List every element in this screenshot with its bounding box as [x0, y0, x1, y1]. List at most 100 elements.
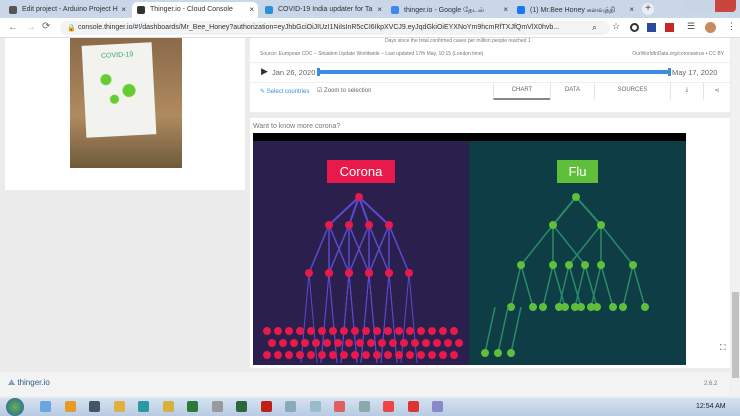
corona-node: [296, 327, 304, 335]
slider-handle-start[interactable]: [317, 68, 320, 76]
lock-icon: 🔒: [67, 25, 76, 32]
play-button[interactable]: ▶: [261, 66, 268, 77]
reload-icon[interactable]: ⟳: [42, 21, 50, 32]
clock[interactable]: 12:54 AM: [696, 403, 726, 410]
corona-node: [305, 269, 313, 277]
video-player[interactable]: Corona Flu: [253, 133, 686, 365]
corona-node: [367, 339, 375, 347]
close-tab-icon[interactable]: ×: [121, 5, 126, 14]
corona-node: [279, 339, 287, 347]
taskbar-app-icon[interactable]: [64, 401, 76, 412]
corona-node: [329, 327, 337, 335]
corona-vs-flu-video: [253, 141, 686, 365]
corona-node: [345, 221, 353, 229]
new-tab-button[interactable]: +: [642, 3, 654, 15]
corona-node: [274, 327, 282, 335]
corona-node: [365, 221, 373, 229]
corona-node: [351, 327, 359, 335]
corona-node: [373, 351, 381, 359]
url-input[interactable]: 🔒 console.thinger.io/#!/dashboards/Mr_Bee…: [60, 21, 610, 35]
corona-node: [362, 327, 370, 335]
corona-title: Corona: [327, 160, 395, 183]
taskbar-app-icon[interactable]: [285, 401, 296, 412]
taskbar-app-icon[interactable]: [40, 401, 51, 412]
tab-chart[interactable]: CHART: [493, 82, 550, 100]
corona-node: [384, 327, 392, 335]
download-button[interactable]: ⤓: [670, 82, 703, 100]
taskbar-app-icon[interactable]: [113, 401, 125, 412]
taskbar-app-icon[interactable]: [187, 401, 198, 412]
star-icon[interactable]: ☆: [612, 21, 620, 32]
browser-tab[interactable]: thinger.io - Google தேடல் ×: [386, 2, 512, 18]
flu-node: [609, 303, 617, 311]
taskbar-app-icon[interactable]: [162, 401, 174, 412]
corona-node: [318, 327, 326, 335]
window-controls[interactable]: [684, 0, 736, 12]
taskbar-app-icon[interactable]: [383, 401, 394, 412]
close-tab-icon[interactable]: ×: [629, 5, 634, 14]
close-tab-icon[interactable]: ×: [377, 5, 382, 14]
corona-node: [323, 339, 331, 347]
taskbar: 12:54 AM: [0, 398, 740, 416]
browser-tab[interactable]: COVID-19 India updater for Ta ×: [260, 2, 386, 18]
corona-node: [428, 351, 436, 359]
browser-tab[interactable]: Thinger.io - Cloud Console ×: [132, 2, 258, 18]
page-scrollbar[interactable]: [731, 38, 740, 396]
close-tab-icon[interactable]: ×: [503, 5, 508, 14]
corona-node: [406, 351, 414, 359]
flu-node: [555, 303, 563, 311]
taskbar-app-icon[interactable]: [260, 401, 272, 412]
tab-sources[interactable]: SOURCES: [594, 82, 670, 100]
flu-node: [507, 349, 515, 357]
corona-node: [325, 221, 333, 229]
pdf-icon[interactable]: [665, 23, 674, 32]
close-tab-icon[interactable]: ×: [249, 5, 254, 14]
corona-node: [365, 269, 373, 277]
corona-node: [378, 339, 386, 347]
corona-node: [455, 339, 463, 347]
taskbar-app-icon[interactable]: [138, 401, 149, 412]
taskbar-app-icon[interactable]: [407, 401, 419, 412]
tab-data[interactable]: DATA: [550, 82, 594, 100]
flu-node: [581, 261, 589, 269]
browser-tab[interactable]: Edit project - Arduino Project H ×: [4, 2, 130, 18]
corona-node: [307, 327, 315, 335]
browser-tab[interactable]: (1) Mr.Bee Honey கனவுத்தி ×: [512, 2, 638, 18]
corona-node: [290, 339, 298, 347]
flu-node: [539, 303, 547, 311]
extension-icon[interactable]: [647, 23, 656, 32]
more-icon[interactable]: ⋮: [727, 21, 736, 32]
avatar[interactable]: [705, 22, 716, 33]
corona-node: [329, 351, 337, 359]
taskbar-app-icon[interactable]: [89, 401, 100, 412]
share-button[interactable]: ⋖: [703, 82, 730, 100]
corona-node: [362, 351, 370, 359]
corona-node: [384, 351, 392, 359]
corona-node: [417, 351, 425, 359]
corona-node: [428, 327, 436, 335]
taskbar-app-icon[interactable]: [309, 401, 321, 412]
corona-node: [325, 269, 333, 277]
slider-handle-end[interactable]: [668, 68, 671, 76]
taskbar-app-icon[interactable]: [334, 401, 345, 412]
forward-icon[interactable]: →: [26, 22, 36, 33]
fullscreen-icon[interactable]: ⛶: [720, 343, 726, 353]
taskbar-app-icon[interactable]: [236, 401, 247, 412]
flu-node: [572, 193, 580, 201]
flu-title: Flu: [557, 160, 598, 183]
start-button[interactable]: [6, 398, 24, 416]
timeline-slider[interactable]: [317, 68, 671, 76]
thinger-logo[interactable]: ⟁ thinger.io: [8, 378, 50, 388]
taskbar-app-icon[interactable]: [211, 401, 223, 412]
search-icon[interactable]: ⌕: [592, 22, 597, 33]
taskbar-app-icon[interactable]: [432, 401, 443, 412]
extension-icon[interactable]: [630, 23, 639, 32]
corona-node: [274, 351, 282, 359]
menu-list-icon[interactable]: ☰: [687, 21, 695, 32]
favicon-icon: [517, 6, 525, 14]
corona-node: [301, 339, 309, 347]
video-card: Want to know more corona? Corona Flu ⛶: [250, 118, 730, 368]
taskbar-app-icon[interactable]: [358, 401, 370, 412]
corona-node: [439, 327, 447, 335]
back-icon[interactable]: ←: [8, 22, 18, 33]
